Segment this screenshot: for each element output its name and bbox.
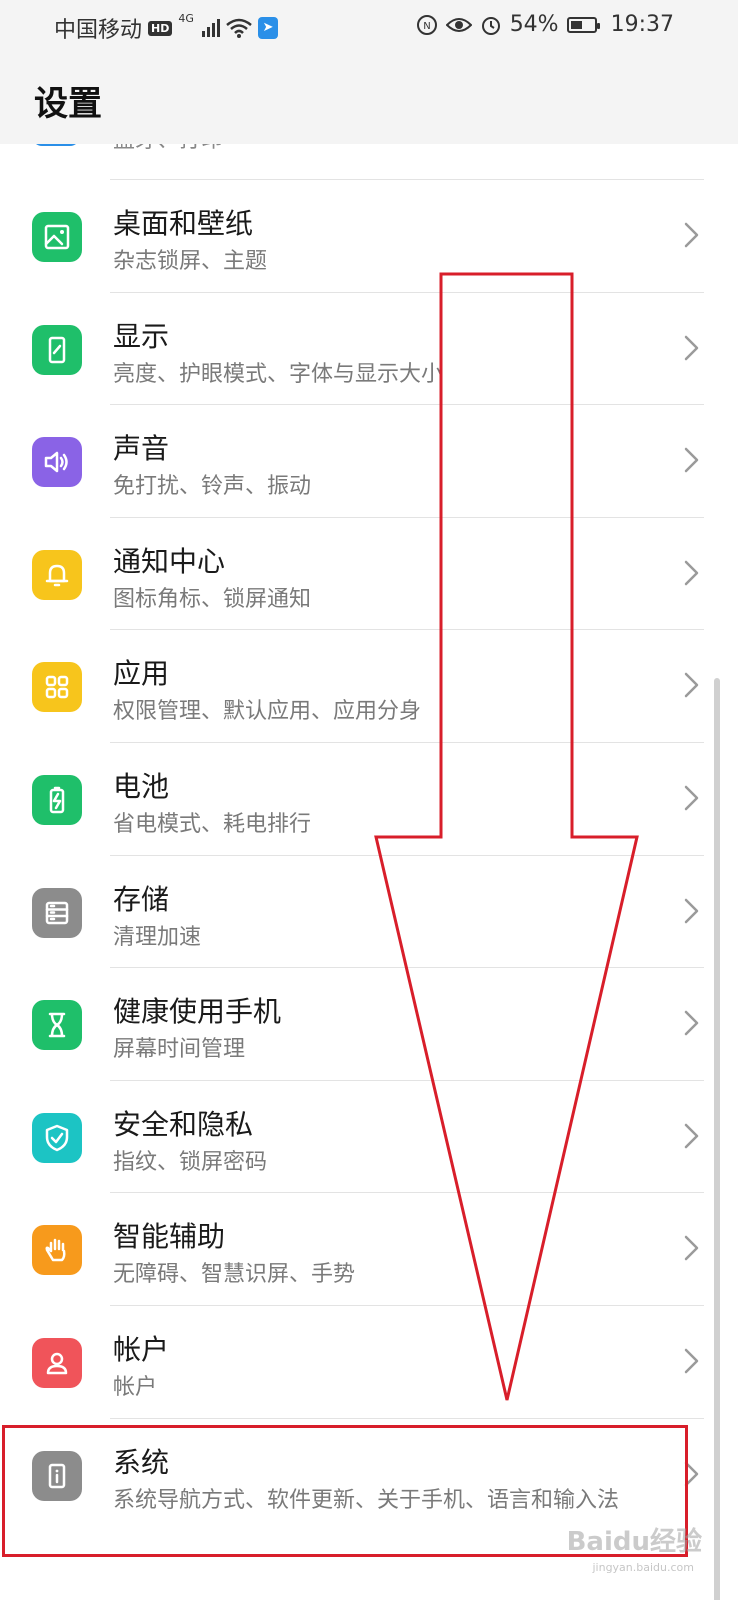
shield-check-icon xyxy=(32,1112,82,1163)
chevron-right-icon xyxy=(678,1010,704,1036)
settings-item[interactable]: 安全和隐私指纹、锁屏密码 xyxy=(0,1081,738,1193)
settings-item[interactable]: 智能辅助无障碍、智慧识屏、手势 xyxy=(0,1193,738,1305)
battery-icon xyxy=(566,16,600,33)
battery-icon xyxy=(32,775,82,825)
chevron-right-icon xyxy=(678,222,704,248)
settings-item-subtitle: 屏幕时间管理 xyxy=(113,1037,246,1063)
settings-item[interactable]: 通知中心图标角标、锁屏通知 xyxy=(0,518,738,630)
wifi-icon xyxy=(226,18,252,38)
settings-item[interactable]: 应用权限管理、默认应用、应用分身 xyxy=(0,630,738,742)
settings-item[interactable]: 桌面和壁纸杂志锁屏、主题 xyxy=(0,180,738,292)
settings-item-subtitle: 清理加速 xyxy=(113,924,202,950)
clock: 19:37 xyxy=(610,12,674,37)
settings-item-title: 桌面和壁纸 xyxy=(113,207,254,240)
settings-item-title: 帐户 xyxy=(113,1333,170,1366)
status-bar: 中国移动 HD 4G ➤ N 54% 19:37 xyxy=(0,0,738,52)
chevron-right-icon xyxy=(678,1235,704,1261)
settings-item-subtitle: 免打扰、铃声、振动 xyxy=(113,474,312,500)
apps-grid-icon xyxy=(32,662,82,713)
app-notification-icon: ➤ xyxy=(257,17,278,39)
settings-item[interactable]: 显示亮度、护眼模式、字体与显示大小 xyxy=(0,293,738,405)
hand-icon xyxy=(32,1225,82,1276)
alarm-icon xyxy=(481,16,500,35)
watermark-url: jingyan.baidu.com xyxy=(592,1561,694,1574)
settings-item-subtitle: 帐户 xyxy=(113,1375,158,1400)
storage-icon xyxy=(32,887,82,938)
wallpaper-icon xyxy=(32,212,82,262)
settings-item[interactable]: 健康使用手机屏幕时间管理 xyxy=(0,968,738,1080)
list-item-subtitle: 蓝牙、打印 xyxy=(113,144,223,154)
settings-item-title: 智能辅助 xyxy=(113,1220,226,1254)
settings-item-title: 健康使用手机 xyxy=(113,995,282,1029)
chevron-right-icon xyxy=(678,335,704,361)
settings-item-subtitle: 亮度、护眼模式、字体与显示大小 xyxy=(113,361,444,387)
person-icon xyxy=(32,1338,82,1388)
settings-item-title: 电池 xyxy=(113,770,170,803)
speaker-icon xyxy=(32,437,82,488)
signal-icon xyxy=(201,19,220,37)
settings-item[interactable]: 电池省电模式、耗电排行 xyxy=(0,743,738,855)
page-title: 设置 xyxy=(34,84,102,124)
network-type: 4G xyxy=(178,12,194,25)
scrollbar[interactable] xyxy=(714,678,720,1600)
settings-item-subtitle: 无障碍、智慧识屏、手势 xyxy=(113,1262,356,1288)
settings-item-subtitle: 杂志锁屏、主题 xyxy=(113,249,268,274)
settings-item-title: 通知中心 xyxy=(113,544,226,578)
chevron-right-icon xyxy=(678,898,704,924)
settings-item-subtitle: 权限管理、默认应用、应用分身 xyxy=(113,699,422,725)
settings-item[interactable]: 帐户 帐户 xyxy=(0,1306,738,1418)
chevron-right-icon xyxy=(678,1123,704,1149)
settings-item-title: 显示 xyxy=(113,319,170,353)
settings-item-title: 声音 xyxy=(113,432,170,466)
settings-item-title: 应用 xyxy=(113,657,170,691)
chevron-right-icon xyxy=(678,672,704,698)
settings-item-subtitle: 省电模式、耗电排行 xyxy=(113,812,312,837)
title-bar: 设置 xyxy=(0,52,738,144)
chevron-right-icon xyxy=(678,1348,704,1374)
hourglass-icon xyxy=(32,1000,82,1051)
battery-percent: 54% xyxy=(509,12,559,37)
carrier-label: 中国移动 xyxy=(54,18,143,43)
chevron-right-icon xyxy=(678,447,704,473)
settings-list[interactable]: 蓝牙、打印 桌面和壁纸杂志锁屏、主题显示亮度、护眼模式、字体与显示大小声音免打扰… xyxy=(0,144,738,1600)
watermark-logo: Baidu经验 xyxy=(566,1527,702,1557)
settings-item[interactable]: 存储 清理加速 xyxy=(0,856,738,968)
hd-badge: HD xyxy=(148,20,173,36)
settings-item-title: 安全和隐私 xyxy=(113,1107,254,1141)
list-item-partial[interactable]: 蓝牙、打印 xyxy=(0,144,738,179)
bell-icon xyxy=(32,549,82,600)
svg-text:N: N xyxy=(423,21,430,32)
display-icon xyxy=(32,324,82,375)
settings-item-subtitle: 指纹、锁屏密码 xyxy=(113,1149,268,1175)
nfc-icon: N xyxy=(416,14,437,35)
eye-comfort-icon xyxy=(445,17,472,32)
settings-item[interactable]: 声音免打扰、铃声、振动 xyxy=(0,405,738,517)
chevron-right-icon xyxy=(678,785,704,811)
chevron-right-icon xyxy=(678,560,704,586)
bluetooth-icon xyxy=(32,144,80,146)
settings-item-title: 存储 xyxy=(113,882,170,916)
settings-item-subtitle: 图标角标、锁屏通知 xyxy=(113,586,312,612)
